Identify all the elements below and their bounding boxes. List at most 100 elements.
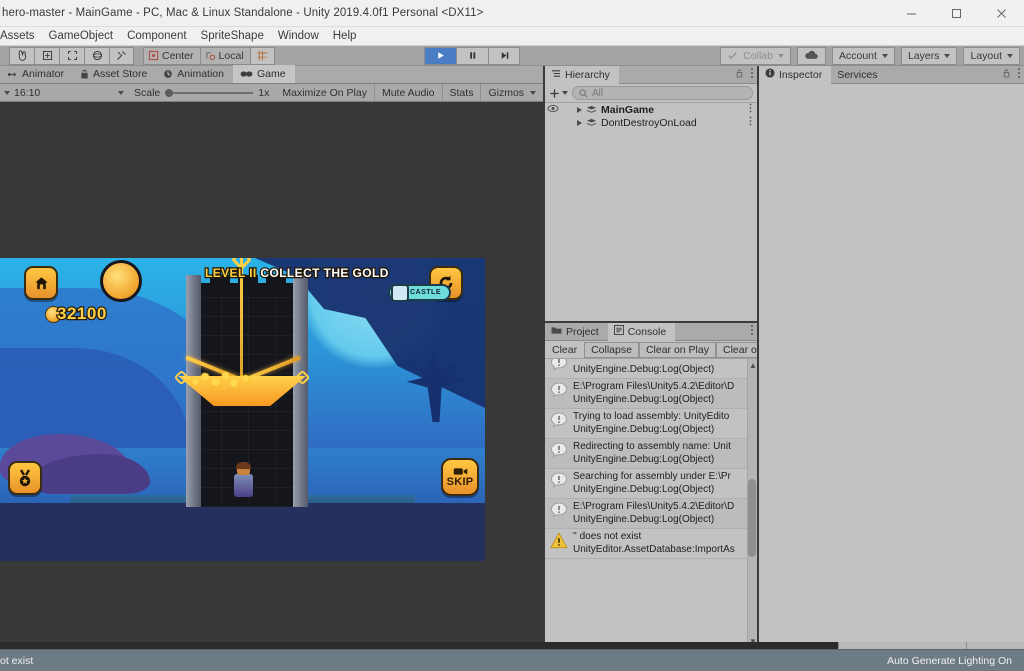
hierarchy-add-caret-icon — [562, 91, 568, 95]
tab-services-label: Services — [837, 69, 877, 81]
space-local-button[interactable]: Local — [200, 47, 250, 65]
scale-slider-knob[interactable] — [165, 89, 173, 97]
hierarchy-menu-icon[interactable] — [750, 67, 754, 82]
console-clear-button[interactable]: Clear — [545, 342, 584, 358]
console-log-list[interactable]: UnityEngine.Debug:Log(Object) E:\Program… — [545, 359, 757, 648]
console-log-line2: UnityEngine.Debug:Log(Object) — [573, 394, 714, 405]
close-button[interactable] — [979, 0, 1024, 27]
menu-component[interactable]: Component — [120, 27, 193, 46]
console-collapse-button[interactable]: Collapse — [584, 342, 639, 358]
lock-icon — [80, 69, 89, 79]
maximize-button[interactable] — [934, 0, 979, 27]
tab-animation[interactable]: Animation — [156, 65, 233, 83]
step-button[interactable] — [488, 47, 520, 65]
pivot-center-button[interactable]: Center — [143, 47, 200, 65]
layout-button[interactable]: Layout — [963, 47, 1020, 65]
skip-button[interactable]: SKIP — [441, 458, 479, 496]
tab-asset-store[interactable]: Asset Store — [73, 65, 156, 83]
treasure-icon[interactable] — [100, 260, 142, 302]
tab-animator[interactable]: Animator — [0, 65, 73, 83]
pause-button[interactable] — [456, 47, 488, 65]
stats-button[interactable]: Stats — [442, 84, 481, 102]
layers-button[interactable]: Layers — [901, 47, 958, 65]
console-log-row[interactable]: Redirecting to assembly name: Unit Unity… — [545, 439, 757, 469]
console-log-row[interactable]: Searching for assembly under E:\Pr Unity… — [545, 469, 757, 499]
grid-snapping-icon[interactable] — [250, 47, 275, 65]
tab-project[interactable]: Project — [545, 323, 608, 341]
gold-nuggets — [190, 370, 260, 392]
hierarchy-add-button[interactable] — [549, 88, 568, 99]
castle-marker[interactable]: CASTLE — [388, 284, 451, 301]
tab-game[interactable]: Game — [233, 65, 295, 83]
expand-triangle-icon[interactable] — [577, 107, 582, 113]
account-button[interactable]: Account — [832, 47, 895, 65]
scale-slider[interactable]: Scale 1x — [128, 87, 275, 99]
mute-audio-button[interactable]: Mute Audio — [374, 84, 442, 102]
minimize-button[interactable] — [889, 0, 934, 27]
medal-button[interactable] — [8, 461, 42, 495]
status-lighting-message: Auto Generate Lighting On — [887, 655, 1012, 667]
play-button[interactable] — [424, 47, 456, 65]
cloud-button[interactable] — [797, 47, 826, 65]
menu-assets[interactable]: Assets — [0, 27, 42, 46]
console-log-row[interactable]: Trying to load assembly: UnityEdito Unit… — [545, 409, 757, 439]
hierarchy-lock-icon[interactable] — [735, 68, 744, 81]
video-icon — [453, 467, 468, 476]
knight-character — [232, 463, 256, 497]
tab-hierarchy[interactable]: Hierarchy — [545, 66, 619, 84]
coin-counter: 32100 — [45, 304, 107, 324]
folder-icon — [551, 326, 562, 338]
move-tool-icon[interactable] — [34, 47, 59, 65]
tab-inspector[interactable]: Inspector — [759, 66, 831, 84]
home-button[interactable] — [24, 266, 58, 300]
inspector-menu-icon[interactable] — [1017, 67, 1021, 82]
rect-tool-icon[interactable] — [59, 47, 84, 65]
medal-icon — [16, 469, 34, 488]
console-log-row[interactable]: E:\Program Files\Unity5.4.2\Editor\D Uni… — [545, 499, 757, 529]
hierarchy-label-maingame: MainGame — [601, 104, 654, 116]
hierarchy-row-maingame[interactable]: MainGame — [545, 103, 757, 116]
console-log-row[interactable]: E:\Program Files\Unity5.4.2\Editor\D Uni… — [545, 379, 757, 409]
collab-button[interactable]: Collab — [720, 47, 791, 65]
rotate-tool-icon[interactable] — [84, 47, 109, 65]
hierarchy-row-menu-icon[interactable] — [749, 116, 752, 129]
console-clear-on-play-button[interactable]: Clear on Play — [639, 342, 716, 358]
visibility-icon[interactable] — [547, 104, 559, 116]
hierarchy-row-menu-icon[interactable] — [749, 103, 752, 116]
status-progress-strip — [0, 642, 1024, 649]
console-log-line2: UnityEngine.Debug:Log(Object) — [573, 514, 714, 525]
console-scrollbar[interactable]: ▲ ▼ — [747, 359, 757, 648]
transform-tool-icon[interactable] — [109, 47, 134, 65]
knight-body — [234, 474, 253, 497]
console-scrollbar-thumb[interactable] — [748, 479, 756, 557]
menu-gameobject[interactable]: GameObject — [42, 27, 121, 46]
gizmos-button[interactable]: Gizmos — [480, 84, 543, 102]
tab-services[interactable]: Services — [831, 66, 886, 84]
game-canvas[interactable]: 32100 LEVEL II COLLECT THE GOLD CASTLE — [0, 258, 485, 561]
console-clear-on-build-button[interactable]: Clear on Bu — [716, 342, 757, 358]
status-message[interactable]: ot exist — [0, 655, 33, 667]
display-dropdown[interactable]: 16:10 — [0, 85, 128, 101]
hierarchy-search-input[interactable]: All — [572, 86, 753, 100]
hand-tool-icon[interactable] — [9, 47, 34, 65]
menu-spriteshape[interactable]: SpriteShape — [194, 27, 271, 46]
tab-console[interactable]: Console — [608, 323, 676, 341]
scroll-up-arrow-icon[interactable]: ▲ — [749, 361, 757, 370]
menu-window[interactable]: Window — [271, 27, 326, 46]
info-icon — [550, 382, 568, 403]
inspector-lock-icon[interactable] — [1002, 68, 1011, 81]
expand-triangle-icon[interactable] — [577, 120, 582, 126]
level-title-text: COLLECT THE GOLD — [260, 266, 388, 280]
scale-slider-track[interactable] — [165, 92, 253, 94]
console-log-row[interactable]: '' does not exist UnityEditor.AssetDatab… — [545, 529, 757, 559]
progress-segment-dark — [0, 642, 838, 649]
console-log-row[interactable]: UnityEngine.Debug:Log(Object) — [545, 359, 757, 379]
tab-animator-label: Animator — [22, 68, 64, 80]
hierarchy-row-dontdestroyonload[interactable]: DontDestroyOnLoad — [545, 116, 757, 129]
transform-tools — [9, 47, 134, 65]
maximize-on-play-button[interactable]: Maximize On Play — [275, 84, 374, 102]
console-menu-icon[interactable] — [750, 324, 754, 339]
aspect-caret-icon — [118, 91, 124, 95]
menu-help[interactable]: Help — [326, 27, 364, 46]
tab-animation-label: Animation — [177, 68, 224, 80]
